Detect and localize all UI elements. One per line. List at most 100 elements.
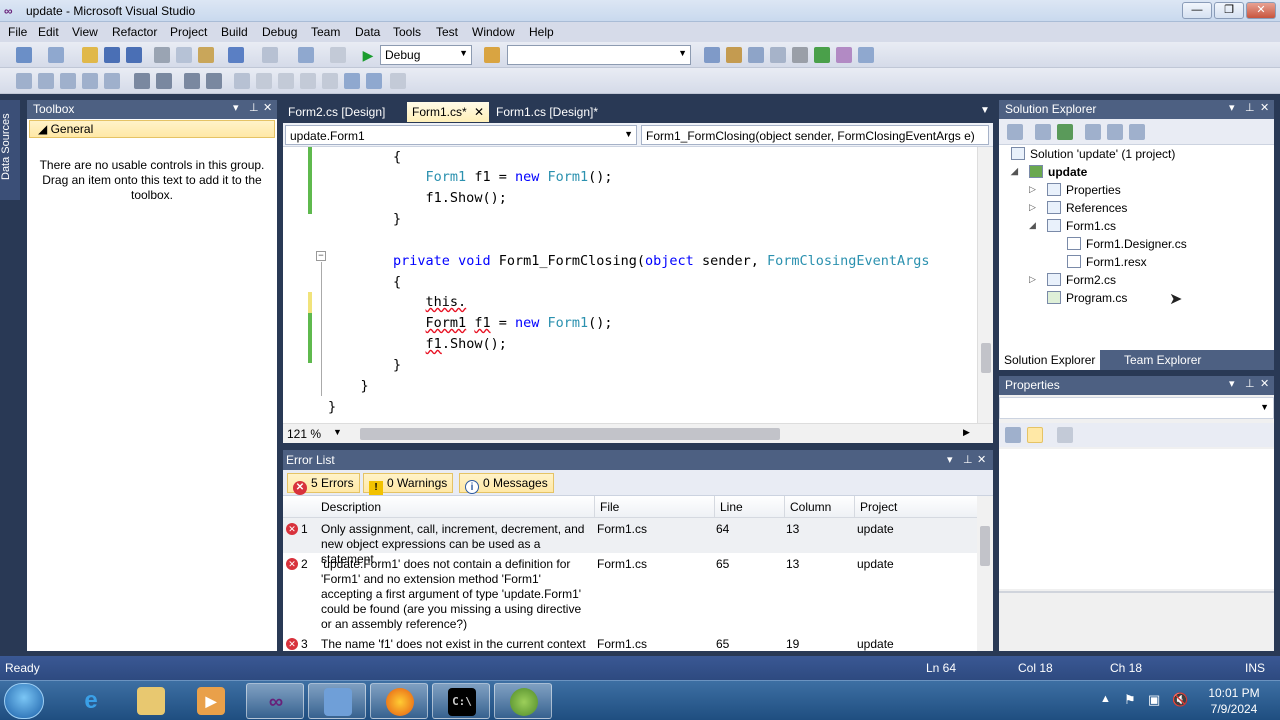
column-description[interactable]: Description	[283, 496, 595, 518]
tree-node-form1-designer[interactable]: Form1.Designer.cs	[1067, 237, 1187, 251]
close-icon[interactable]: ✕	[1260, 377, 1269, 390]
navigate-forward-icon[interactable]	[330, 47, 346, 63]
cut-icon[interactable]	[154, 47, 170, 63]
code-line[interactable]: {	[328, 272, 401, 292]
menu-edit[interactable]: Edit	[38, 25, 59, 39]
start-page-icon[interactable]	[814, 47, 830, 63]
column-file[interactable]: File	[595, 496, 715, 518]
find-combo[interactable]: ▼	[507, 45, 691, 65]
command-window-icon[interactable]	[858, 47, 874, 63]
tab-form1-design[interactable]: Form1.cs [Design]*	[491, 102, 603, 122]
collapse-arrow-icon[interactable]: ◢	[1029, 220, 1036, 231]
close-icon[interactable]: ✕	[474, 105, 484, 119]
code-line[interactable]: }	[328, 355, 401, 375]
solution-configuration-combo[interactable]: Debug ▼	[380, 45, 472, 65]
menu-debug[interactable]: Debug	[262, 25, 297, 39]
redo-icon[interactable]	[262, 47, 278, 63]
save-all-icon[interactable]	[126, 47, 142, 63]
extension-manager-icon[interactable]	[836, 47, 852, 63]
pin-icon[interactable]: ⊥	[249, 101, 259, 114]
undo-icon[interactable]	[228, 47, 244, 63]
network-icon[interactable]: ▣	[1148, 692, 1160, 708]
expand-arrow-icon[interactable]: ▷	[1029, 184, 1036, 195]
next-document-bookmark-icon[interactable]	[366, 73, 382, 89]
error-row[interactable]: ✕ 2 'update.Form1' does not contain a de…	[283, 553, 977, 633]
taskbar-chameleon-app[interactable]	[494, 683, 552, 719]
clear-bookmarks-icon[interactable]	[278, 73, 294, 89]
error-row[interactable]: ✕ 1 Only assignment, call, increment, de…	[283, 518, 977, 566]
comment-icon[interactable]	[156, 73, 172, 89]
menu-view[interactable]: View	[72, 25, 98, 39]
tree-node-project[interactable]: ◢ update	[1011, 165, 1087, 179]
close-icon[interactable]: ✕	[263, 101, 272, 114]
class-combo[interactable]: update.Form1 ▼	[285, 125, 637, 145]
taskbar-visual-studio[interactable]: ∞	[246, 683, 304, 719]
taskbar-internet-explorer[interactable]: e	[62, 683, 120, 719]
tree-node-solution[interactable]: Solution 'update' (1 project)	[1011, 147, 1175, 161]
bookmark-icon[interactable]	[206, 73, 222, 89]
properties-icon[interactable]	[1007, 124, 1023, 140]
expand-arrow-icon[interactable]: ▷	[1029, 274, 1036, 285]
chevron-down-icon[interactable]: ▼	[333, 427, 342, 437]
properties-window-icon[interactable]	[726, 47, 742, 63]
dropdown-icon[interactable]: ▾	[1229, 377, 1235, 390]
start-debugging-icon[interactable]: ▶	[360, 47, 376, 63]
next-bookmark-folder-icon[interactable]	[322, 73, 338, 89]
tree-node-form1-resx[interactable]: Form1.resx	[1067, 255, 1147, 269]
increase-indent-icon[interactable]	[104, 73, 120, 89]
toolbox-icon[interactable]	[770, 47, 786, 63]
menu-data[interactable]: Data	[355, 25, 380, 39]
tree-node-properties[interactable]: ▷ Properties	[1029, 183, 1121, 197]
tree-node-form1[interactable]: ◢ Form1.cs	[1029, 219, 1116, 233]
code-line[interactable]: private void Form1_FormClosing(object se…	[328, 251, 930, 271]
decrease-indent-icon[interactable]	[134, 73, 150, 89]
menu-help[interactable]: Help	[529, 25, 554, 39]
menu-tools[interactable]: Tools	[393, 25, 421, 39]
close-window-button[interactable]: ✕	[1246, 2, 1276, 19]
scroll-thumb[interactable]	[981, 343, 991, 373]
tab-solution-explorer[interactable]: Solution Explorer	[999, 350, 1101, 370]
member-combo[interactable]: Form1_FormClosing(object sender, FormClo…	[641, 125, 989, 145]
tree-node-program[interactable]: Program.cs	[1047, 291, 1127, 305]
save-icon[interactable]	[104, 47, 120, 63]
tree-node-references[interactable]: ▷ References	[1029, 201, 1127, 215]
tab-dropdown-icon[interactable]: ▼	[975, 102, 995, 122]
dropdown-icon[interactable]: ▾	[947, 453, 953, 466]
action-center-flag-icon[interactable]: ⚑	[1124, 692, 1136, 708]
find-in-files-icon[interactable]	[484, 47, 500, 63]
refresh-icon[interactable]	[1057, 124, 1073, 140]
minimize-button[interactable]: —	[1182, 2, 1212, 19]
view-class-diagram-icon[interactable]	[1129, 124, 1145, 140]
close-icon[interactable]: ✕	[1260, 101, 1269, 114]
pin-icon[interactable]: ⊥	[963, 453, 973, 466]
dropdown-icon[interactable]: ▾	[233, 101, 239, 114]
object-selector-combo[interactable]: ▼	[999, 397, 1274, 419]
code-line[interactable]: Form1 f1 = new Form1();	[328, 167, 613, 187]
column-column[interactable]: Column	[785, 496, 855, 518]
pin-icon[interactable]: ⊥	[1245, 377, 1255, 390]
view-code-icon[interactable]	[1085, 124, 1101, 140]
collapse-region-icon[interactable]: −	[316, 251, 326, 261]
menu-window[interactable]: Window	[472, 25, 515, 39]
next-bookmark-icon[interactable]	[256, 73, 272, 89]
start-button-icon[interactable]	[4, 683, 44, 719]
system-clock[interactable]: 10:01 PM 7/9/2024	[1194, 685, 1274, 717]
parameter-info-icon[interactable]	[38, 73, 54, 89]
clear-document-bookmarks-icon[interactable]	[390, 73, 406, 89]
taskbar-file-explorer[interactable]	[122, 683, 180, 719]
code-line[interactable]: f1.Show();	[328, 334, 507, 354]
close-icon[interactable]: ✕	[977, 453, 986, 466]
add-item-icon[interactable]	[48, 47, 64, 63]
code-line[interactable]: }	[328, 209, 401, 229]
dropdown-icon[interactable]: ▾	[1229, 101, 1235, 114]
view-designer-icon[interactable]	[1107, 124, 1123, 140]
scroll-thumb[interactable]	[980, 526, 990, 566]
code-line[interactable]: }	[328, 376, 369, 396]
code-line[interactable]: f1.Show();	[328, 188, 507, 208]
code-line[interactable]: this.	[328, 292, 467, 312]
menu-file[interactable]: File	[8, 25, 27, 39]
expand-arrow-icon[interactable]: ▷	[1029, 202, 1036, 213]
quick-info-icon[interactable]	[60, 73, 76, 89]
display-object-members-icon[interactable]	[16, 73, 32, 89]
error-row[interactable]: ✕ 3 The name 'f1' does not exist in the …	[283, 633, 977, 651]
